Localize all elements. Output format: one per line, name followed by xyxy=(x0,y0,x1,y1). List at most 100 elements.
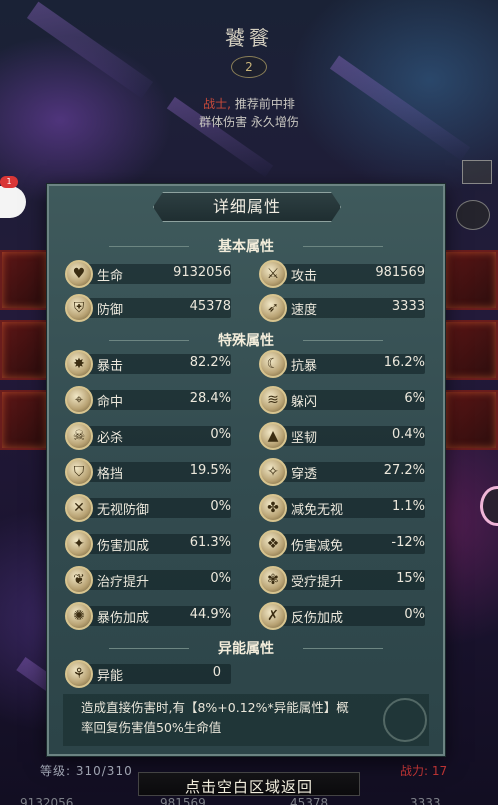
chat-button[interactable] xyxy=(0,186,26,218)
block-icon: ⛉ xyxy=(65,458,93,486)
stat-name: 格挡 xyxy=(97,467,124,482)
stat-name: 暴伤加成 xyxy=(97,611,150,626)
ignore-def-icon: ✕ xyxy=(65,494,93,522)
stat-row: ✤ 减免无视 1.1% xyxy=(259,494,425,522)
sword-icon: ⚔ xyxy=(259,260,287,288)
stat-value: 6% xyxy=(404,391,425,406)
stat-row: ▲ 坚韧 0.4% xyxy=(259,422,425,450)
stat-name: 伤害减免 xyxy=(291,539,344,554)
hit-icon: ⌖ xyxy=(65,386,93,414)
left-hero-card[interactable] xyxy=(0,320,48,380)
stat-name: 攻击 xyxy=(291,269,318,284)
stat-row: ➶ 速度 3333 xyxy=(259,294,425,322)
stat-value: 0% xyxy=(210,499,231,514)
stat-row: ☾ 抗暴 16.2% xyxy=(259,350,425,378)
left-hero-card[interactable] xyxy=(0,250,48,310)
stat-name: 异能 xyxy=(97,669,124,684)
stat-name: 伤害加成 xyxy=(97,539,150,554)
stat-name: 反伤加成 xyxy=(291,611,344,626)
divider xyxy=(109,340,189,341)
divider xyxy=(109,648,189,649)
divider xyxy=(303,340,383,341)
stat-value: 3333 xyxy=(391,299,425,314)
stat-name: 抗暴 xyxy=(291,359,318,374)
stat-value: 27.2% xyxy=(383,463,425,478)
reflect-icon: ✗ xyxy=(259,602,287,630)
hero-name: 饕餮 xyxy=(225,26,273,50)
dialog-title: 详细属性 xyxy=(212,197,281,216)
crit-dmg-icon: ✺ xyxy=(65,602,93,630)
stat-name: 暴击 xyxy=(97,359,124,374)
stat-value: 15% xyxy=(396,571,425,586)
stat-name: 无视防御 xyxy=(97,503,150,518)
stat-row: ❖ 伤害减免 -12% xyxy=(259,530,425,558)
stat-name: 坚韧 xyxy=(291,431,318,446)
stat-name: 治疗提升 xyxy=(97,575,150,590)
right-edge-button[interactable] xyxy=(480,486,498,526)
stat-value: 19.5% xyxy=(189,463,231,478)
stat-row: ⌖ 命中 28.4% xyxy=(65,386,231,414)
hero-desc-line2: 群体伤害 永久增伤 xyxy=(199,115,299,129)
stat-value: 28.4% xyxy=(189,391,231,406)
stat-name: 穿透 xyxy=(291,467,318,482)
left-hero-card[interactable] xyxy=(0,390,48,450)
pierce-icon: ✧ xyxy=(259,458,287,486)
stat-row: ≋ 躲闪 6% xyxy=(259,386,425,414)
abnormal-description: 造成直接伤害时,有【8%+0.12%*异能属性】概 率回复伤害值50%生命值 xyxy=(63,694,429,746)
stat-row: ♥ 生命 9132056 xyxy=(65,260,231,288)
right-hero-card[interactable] xyxy=(444,250,498,310)
stat-row: ⛉ 格挡 19.5% xyxy=(65,458,231,486)
right-hero-card[interactable] xyxy=(444,390,498,450)
stat-name: 躲闪 xyxy=(291,395,318,410)
stat-value: 16.2% xyxy=(383,355,425,370)
kill-icon: ☠ xyxy=(65,422,93,450)
heal-received-icon: ✾ xyxy=(259,566,287,594)
return-hint[interactable]: 点击空白区域返回 xyxy=(0,776,498,797)
hero-desc-line1: 推荐前中排 xyxy=(234,97,295,111)
stat-row: ✧ 穿透 27.2% xyxy=(259,458,425,486)
shield-icon: ⛨ xyxy=(65,294,93,322)
stat-row: ✦ 伤害加成 61.3% xyxy=(65,530,231,558)
hero-class: 战士, xyxy=(203,97,231,111)
stat-value: 44.9% xyxy=(189,607,231,622)
stat-value: 981569 xyxy=(375,265,425,280)
abnormal-icon: ⚘ xyxy=(65,660,93,688)
crit-icon: ✸ xyxy=(65,350,93,378)
heal-icon: ❦ xyxy=(65,566,93,594)
stat-name: 受疗提升 xyxy=(291,575,344,590)
bottom-value: 3333 xyxy=(410,796,441,805)
stat-name: 减免无视 xyxy=(291,503,344,518)
chat-badge: 1 xyxy=(0,176,18,188)
stat-row: ⛨ 防御 45378 xyxy=(65,294,231,322)
hero-emblem-icon: 2 xyxy=(231,56,267,78)
ornament-icon xyxy=(383,698,427,742)
stat-value: 0% xyxy=(210,571,231,586)
right-side-button[interactable] xyxy=(456,200,490,230)
bottom-value: 981569 xyxy=(160,796,206,805)
stat-name: 生命 xyxy=(97,269,124,284)
stat-row: ✸ 暴击 82.2% xyxy=(65,350,231,378)
dmg-bonus-icon: ✦ xyxy=(65,530,93,558)
bottom-value: 9132056 xyxy=(20,796,74,805)
stat-row: ✾ 受疗提升 15% xyxy=(259,566,425,594)
stat-row: ✺ 暴伤加成 44.9% xyxy=(65,602,231,630)
stat-value: 61.3% xyxy=(189,535,231,550)
right-menu-button[interactable] xyxy=(462,160,492,184)
game-screen[interactable]: 饕餮 2 战士, 推荐前中排 群体伤害 永久增伤 1 详细属性 基本属性 ♥ 生命… xyxy=(0,0,498,805)
dodge-icon: ≋ xyxy=(259,386,287,414)
attribute-dialog: 详细属性 基本属性 ♥ 生命 9132056 ⚔ 攻击 981569 ⛨ 防御 45378 ➶ 速度… xyxy=(47,184,445,756)
stat-name: 必杀 xyxy=(97,431,124,446)
hero-description: 战士, 推荐前中排 群体伤害 永久增伤 xyxy=(0,95,498,131)
divider xyxy=(109,246,189,247)
stat-name: 防御 xyxy=(97,303,124,318)
stat-value: 0% xyxy=(210,427,231,442)
right-hero-card[interactable] xyxy=(444,320,498,380)
stat-row: ✗ 反伤加成 0% xyxy=(259,602,425,630)
stat-value: 0% xyxy=(404,607,425,622)
stat-value: 45378 xyxy=(189,299,231,314)
stat-value: 9132056 xyxy=(173,265,231,280)
divider xyxy=(303,246,383,247)
desc-line1: 造成直接伤害时,有【8%+0.12%*异能属性】概 xyxy=(81,700,349,715)
stat-row: ✕ 无视防御 0% xyxy=(65,494,231,522)
stat-row-abnormal: ⚘ 异能 0 xyxy=(65,660,231,688)
